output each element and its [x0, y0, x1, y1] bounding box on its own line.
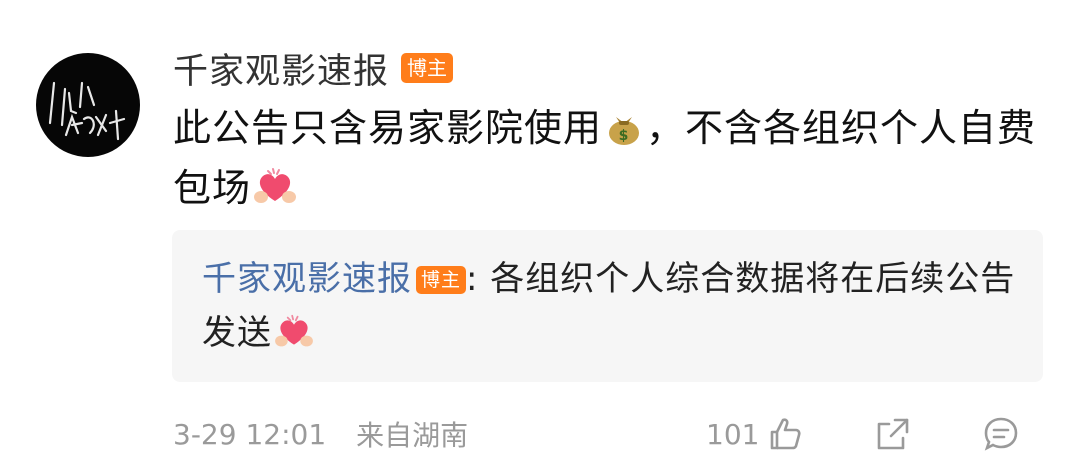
money-bag-icon: $: [604, 107, 644, 147]
like-count: 101: [706, 417, 760, 451]
heart-hands-icon: [253, 167, 297, 207]
avatar-scribble-image: [48, 81, 126, 141]
author-name[interactable]: 千家观影速报: [173, 43, 389, 94]
heart-hands-icon: [274, 314, 314, 350]
thumbs-up-icon[interactable]: [765, 414, 805, 454]
quoted-comment-text: 千家观影速报 博主: 各组织个人综合数据将在后续公告发送: [202, 252, 1022, 360]
comment-icon[interactable]: [981, 414, 1021, 454]
quoted-author-name[interactable]: 千家观影速报: [202, 259, 412, 299]
post-meta: 3-29 12:01 来自湖南: [173, 412, 468, 456]
quoted-comment[interactable]: 千家观影速报 博主: 各组织个人综合数据将在后续公告发送: [172, 230, 1043, 382]
avatar[interactable]: [36, 53, 140, 157]
post-content: 此公告只含易家影院使用 $ ，不含各组织个人自费包场: [173, 98, 1053, 218]
blogger-badge: 博主: [401, 53, 454, 83]
post-location: 来自湖南: [356, 419, 469, 452]
quoted-blogger-badge: 博主: [416, 266, 467, 294]
author-line: 千家观影速报 博主: [173, 43, 454, 94]
post-timestamp: 3-29 12:01: [173, 417, 327, 451]
post-actions: 101: [706, 412, 1021, 456]
svg-text:$: $: [619, 128, 630, 144]
post-text-part1: 此公告只含易家影院使用: [173, 106, 603, 150]
share-icon[interactable]: [873, 414, 913, 454]
